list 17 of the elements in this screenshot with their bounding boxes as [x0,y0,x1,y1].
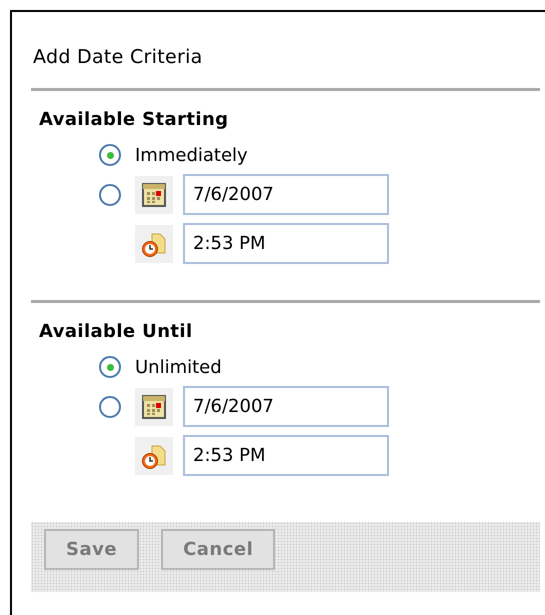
date-field[interactable]: 7/6/2007 [183,386,389,427]
option-label: Immediately [135,144,248,166]
section-heading: Available Until [39,321,194,342]
time-field[interactable]: 2:53 PM [183,223,389,264]
time-field[interactable]: 2:53 PM [183,435,389,476]
radio-button[interactable] [99,356,121,378]
calendar-icon[interactable] [135,388,173,426]
section-heading: Available Starting [39,109,230,130]
radio-button[interactable] [99,184,121,206]
radio-button[interactable] [99,396,121,418]
clock-icon[interactable] [135,436,173,474]
clock-icon[interactable] [135,224,173,262]
option-label: Unlimited [135,356,222,378]
calendar-icon[interactable] [135,176,173,214]
date-field[interactable]: 7/6/2007 [183,174,389,215]
dialog-title: Add Date Criteria [33,46,204,68]
radio-button[interactable] [99,144,121,166]
